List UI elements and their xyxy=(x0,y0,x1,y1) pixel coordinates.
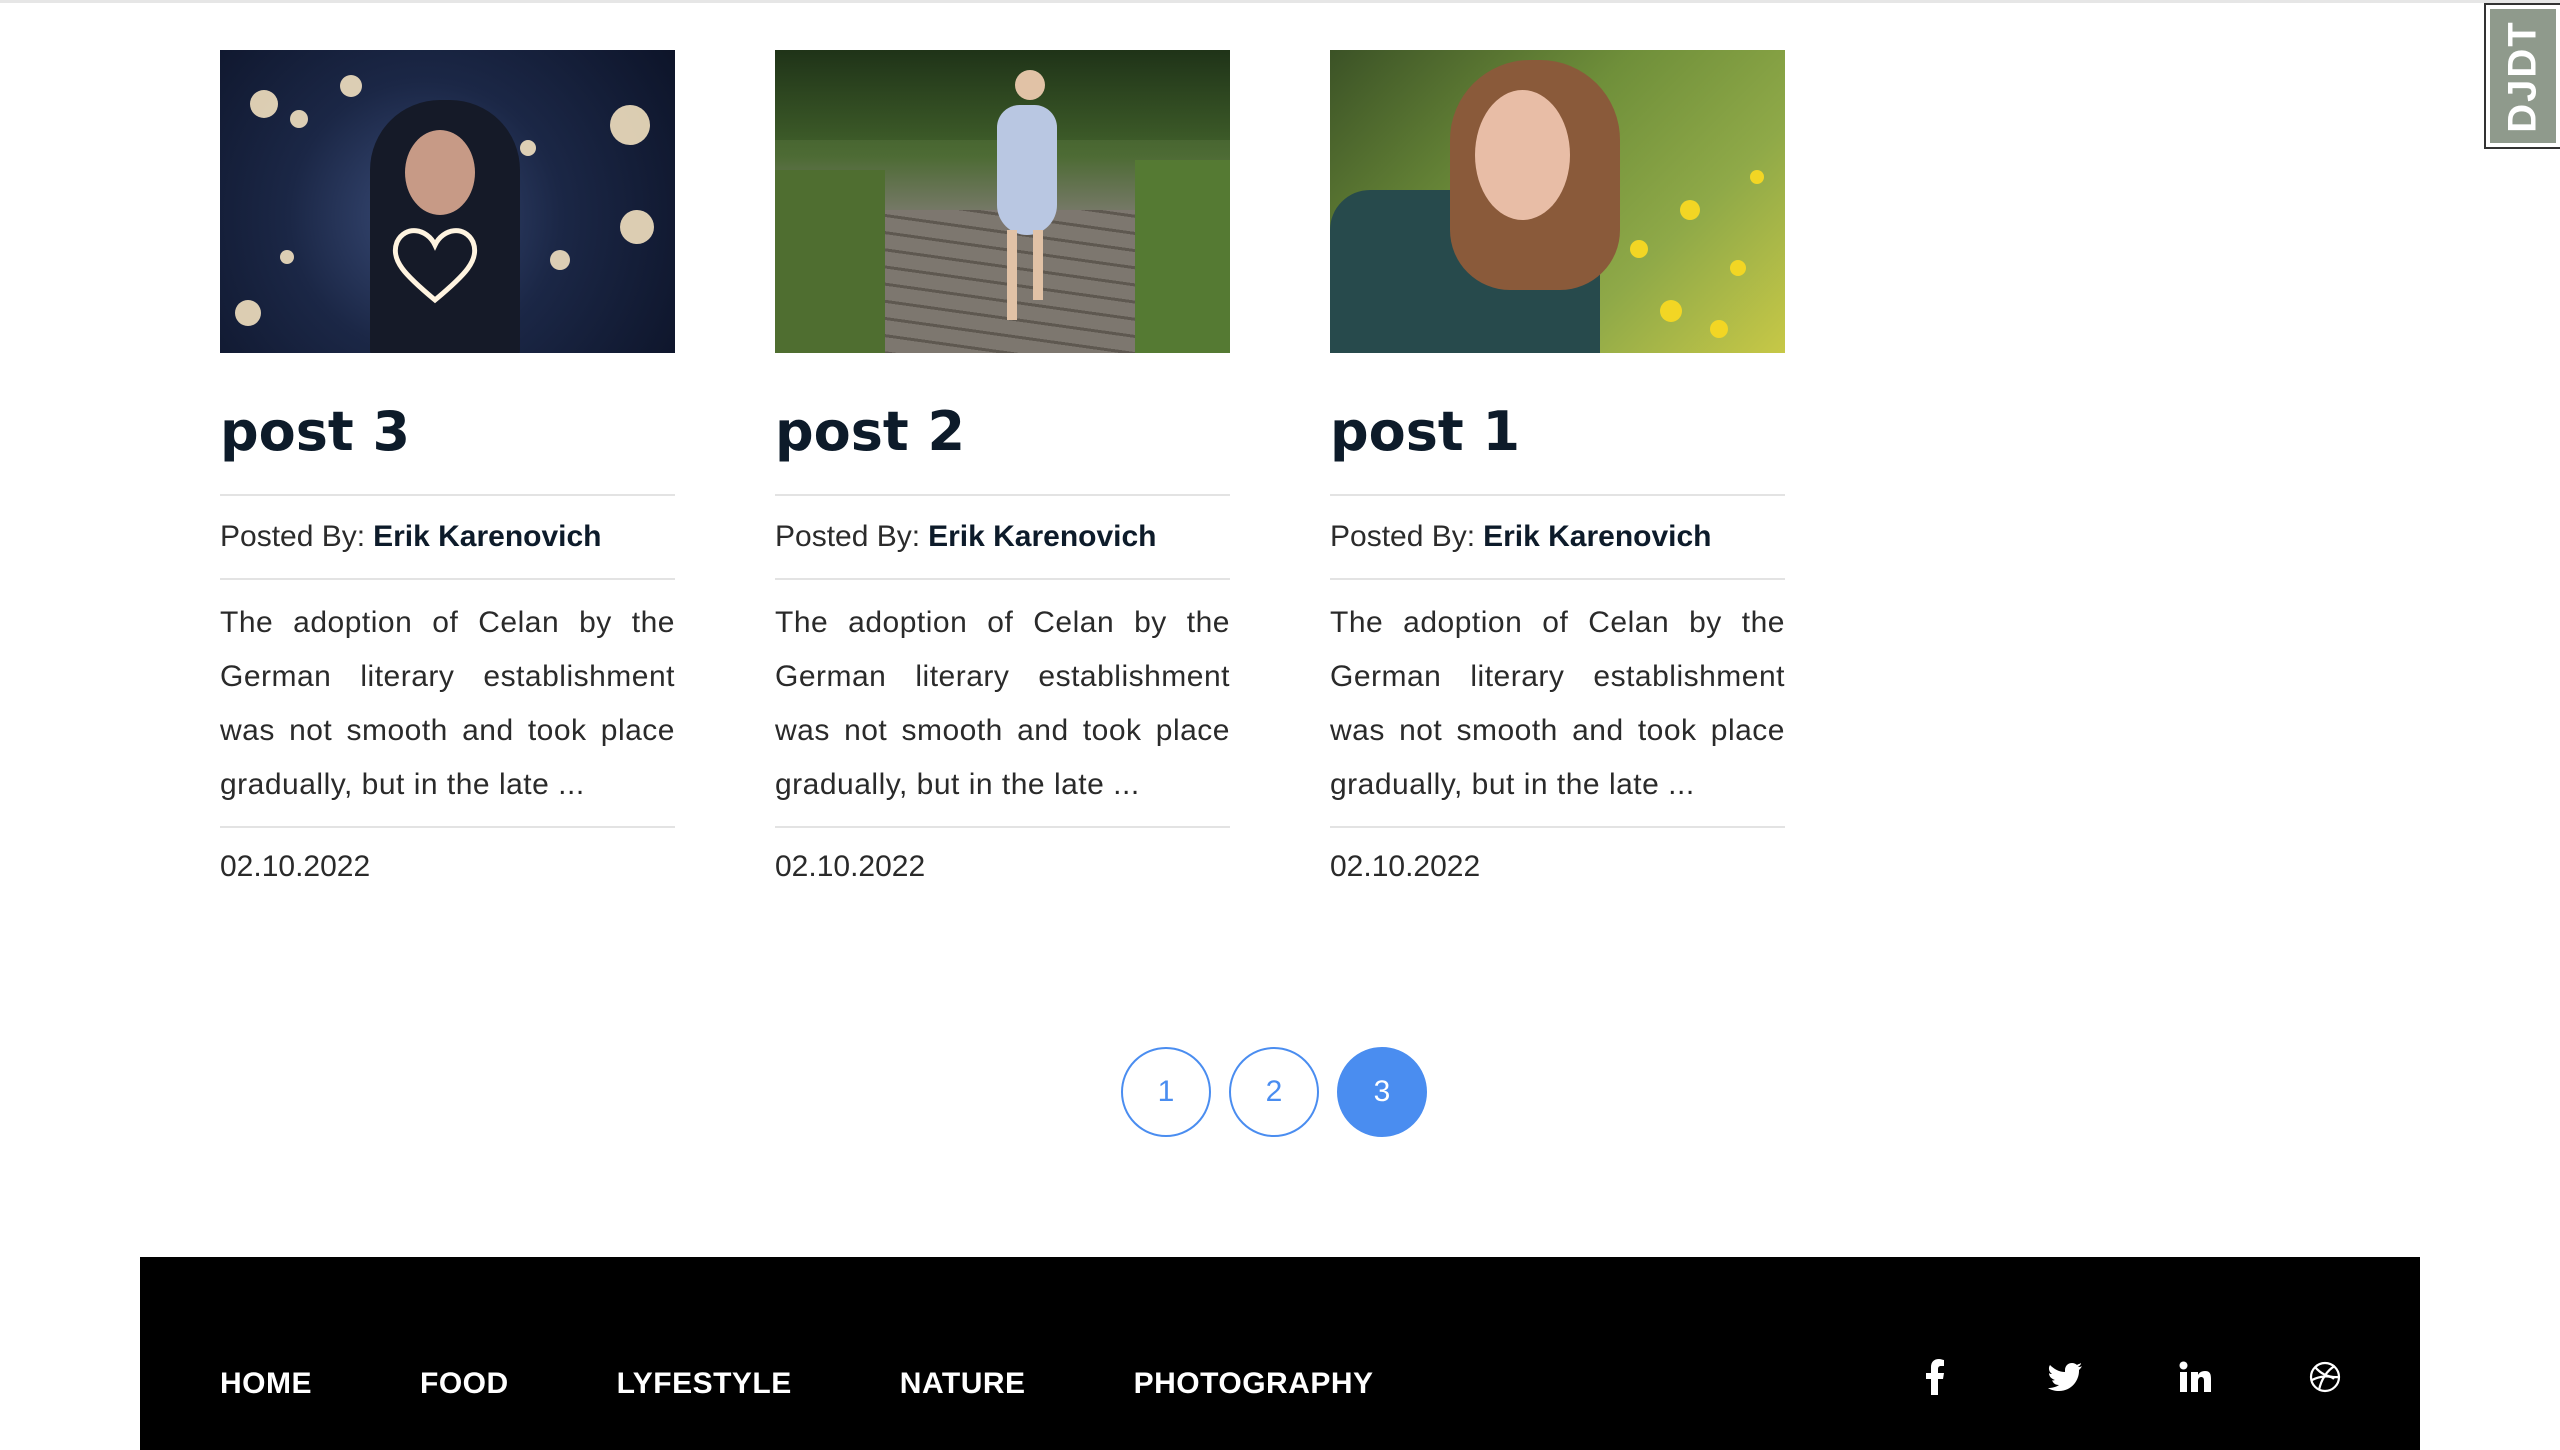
post-meta: Posted By: Erik Karenovich xyxy=(220,496,675,578)
dribbble-icon[interactable] xyxy=(2305,1357,2345,1397)
debug-toolbar-label: DJDT xyxy=(2500,19,2545,133)
site-footer: HOME FOOD LYFESTYLE NATURE PHOTOGRAPHY xyxy=(140,1257,2420,1450)
footer-link-nature[interactable]: NATURE xyxy=(900,1367,1026,1401)
post-meta: Posted By: Erik Karenovich xyxy=(1330,496,1785,578)
post-date: 02.10.2022 xyxy=(775,850,926,883)
debug-toolbar-handle[interactable]: DJDT xyxy=(2484,3,2560,149)
posted-by-label: Posted By: xyxy=(775,520,921,553)
footer-link-photography[interactable]: PHOTOGRAPHY xyxy=(1134,1367,1374,1401)
post-card: post 3 Posted By: Erik Karenovich The ad… xyxy=(220,50,675,884)
post-image[interactable] xyxy=(1330,50,1785,353)
post-title[interactable]: post 3 xyxy=(220,400,675,464)
debug-toolbar-tab: DJDT xyxy=(2490,9,2556,143)
posted-by-label: Posted By: xyxy=(1330,520,1476,553)
post-grid: post 3 Posted By: Erik Karenovich The ad… xyxy=(220,50,1790,920)
post-image[interactable] xyxy=(220,50,675,353)
author-name: Erik Karenovich xyxy=(1483,520,1712,553)
footer-link-food[interactable]: FOOD xyxy=(420,1367,509,1401)
twitter-icon[interactable] xyxy=(2045,1357,2085,1397)
social-links xyxy=(1915,1357,2345,1397)
post-excerpt: The adoption of Celan by the German lite… xyxy=(1330,606,1785,801)
footer-nav: HOME FOOD LYFESTYLE NATURE PHOTOGRAPHY xyxy=(220,1367,1374,1401)
post-date: 02.10.2022 xyxy=(1330,850,1481,883)
footer-link-home[interactable]: HOME xyxy=(220,1367,312,1401)
post-meta: Posted By: Erik Karenovich xyxy=(775,496,1230,578)
author-name: Erik Karenovich xyxy=(928,520,1157,553)
post-card: post 1 Posted By: Erik Karenovich The ad… xyxy=(1330,50,1785,884)
pagination: 1 2 3 xyxy=(1121,1047,1427,1137)
post-title[interactable]: post 2 xyxy=(775,400,1230,464)
post-date: 02.10.2022 xyxy=(220,850,371,883)
linkedin-icon[interactable] xyxy=(2175,1357,2215,1397)
page-button-3[interactable]: 3 xyxy=(1337,1047,1427,1137)
top-divider xyxy=(0,0,2560,3)
posted-by-label: Posted By: xyxy=(220,520,366,553)
post-card: post 2 Posted By: Erik Karenovich The ad… xyxy=(775,50,1230,884)
page-button-2[interactable]: 2 xyxy=(1229,1047,1319,1137)
post-excerpt: The adoption of Celan by the German lite… xyxy=(220,606,675,801)
author-name: Erik Karenovich xyxy=(373,520,602,553)
post-title[interactable]: post 1 xyxy=(1330,400,1785,464)
facebook-icon[interactable] xyxy=(1915,1357,1955,1397)
post-excerpt: The adoption of Celan by the German lite… xyxy=(775,606,1230,801)
post-image[interactable] xyxy=(775,50,1230,353)
heart-light xyxy=(392,228,478,304)
page-button-1[interactable]: 1 xyxy=(1121,1047,1211,1137)
footer-link-lyfestyle[interactable]: LYFESTYLE xyxy=(617,1367,792,1401)
